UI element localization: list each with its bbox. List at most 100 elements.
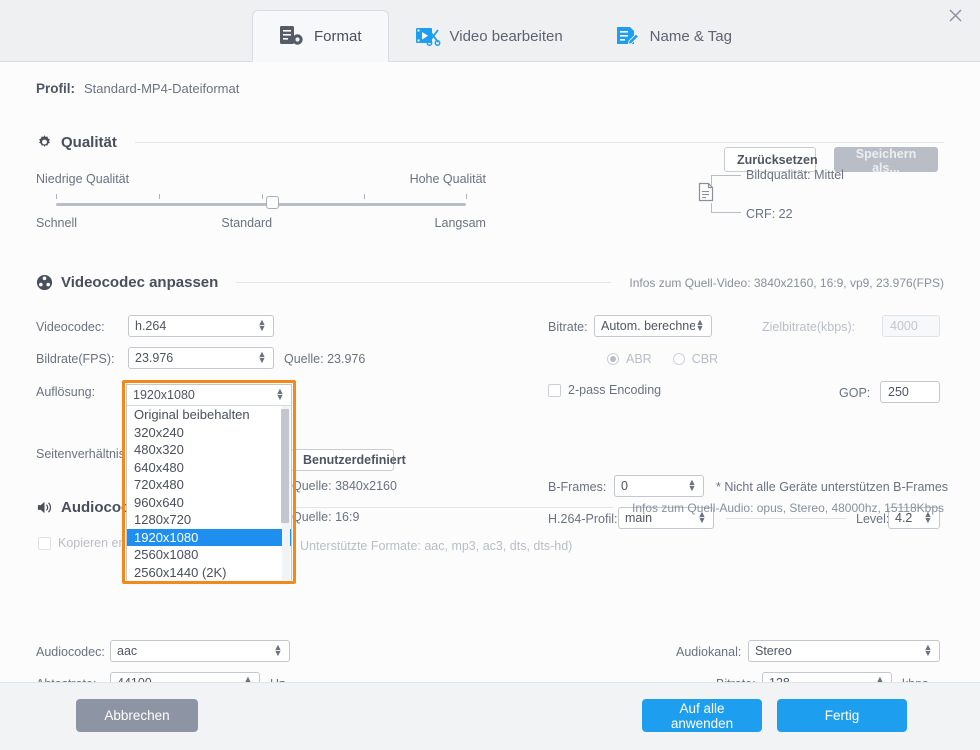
close-icon[interactable] (942, 2, 968, 28)
quality-slider[interactable]: Niedrige Qualität Hohe Qualität Schnell … (36, 172, 486, 230)
resolution-dropdown-selected: 1920x1080 (133, 388, 195, 402)
copy-audio-checkbox[interactable] (38, 536, 51, 550)
slider-tick (56, 194, 57, 199)
list-item[interactable]: 2560x1080 (127, 546, 291, 564)
slider-top-labels: Niedrige Qualität Hohe Qualität (36, 172, 486, 186)
chevron-updown-icon: ▲▼ (923, 642, 933, 658)
twopass-label: 2-pass Encoding (568, 383, 662, 397)
quality-section-header: Qualität (36, 134, 944, 151)
audiochannel-value: Stereo (755, 644, 792, 658)
quality-section-title: Qualität (61, 134, 117, 151)
chevron-updown-icon: ▲▼ (273, 642, 283, 658)
custom-resolution-button[interactable]: Benutzerdefiniert (290, 449, 406, 471)
video-section-header: Videocodec anpassen Infos zum Quell-Vide… (36, 274, 944, 291)
slider-fast-label: Schnell (36, 216, 77, 230)
gop-label: GOP: (839, 386, 871, 400)
list-item[interactable]: 320x240 (127, 424, 291, 442)
audiochannel-label: Audiokanal: (676, 645, 742, 659)
slider-slow-label: Langsam (434, 216, 486, 230)
list-item-selected[interactable]: 1920x1080 (127, 528, 291, 546)
fps-value: 23.976 (135, 351, 174, 365)
quality-section-rule (134, 142, 944, 143)
chevron-updown-icon: ▲▼ (257, 349, 267, 365)
image-quality-label: Bildqualität: Mittel (746, 168, 844, 182)
title-bar: Format Video bearbeiten Name & Tag (0, 0, 980, 62)
profile-label: Profil: (36, 81, 75, 96)
speaker-icon (36, 499, 53, 516)
video-section-rule (236, 282, 612, 283)
list-item[interactable]: 960x640 (127, 494, 291, 512)
resolution-dropdown-popup[interactable]: 1920x1080 ▲ ▼ Original beibehalten 320x24… (126, 384, 292, 580)
bracket-top (711, 175, 741, 185)
slider-tick (262, 194, 263, 199)
tab-video-bearbeiten[interactable]: Video bearbeiten (389, 10, 589, 62)
resolution-dropdown-list[interactable]: Original beibehalten 320x240 480x320 640… (127, 406, 291, 580)
gear-icon (36, 134, 53, 151)
tab-strip: Format Video bearbeiten Name & Tag (0, 10, 980, 62)
slider-tick (159, 194, 160, 199)
video-section-title: Videocodec anpassen (61, 274, 219, 291)
chevron-updown-icon: ▲▼ (695, 317, 705, 333)
fps-select[interactable]: 23.976 ▲ ▼ (128, 347, 274, 369)
slider-tick (364, 194, 365, 199)
tab-video-bearbeiten-label: Video bearbeiten (449, 27, 563, 45)
tab-name-tag[interactable]: Name & Tag (589, 10, 758, 62)
slider-tick (466, 194, 467, 199)
crf-label: CRF: 22 (746, 207, 793, 221)
bframes-label: B-Frames: (548, 480, 607, 494)
video-scissors-icon (415, 25, 441, 47)
resolution-dropdown-trigger[interactable]: 1920x1080 ▲ ▼ (127, 385, 291, 406)
list-item[interactable]: 1280x720 (127, 511, 291, 529)
gop-input[interactable]: 250 (880, 381, 940, 403)
abr-label: ABR (626, 352, 652, 366)
dropdown-scrollbar-track[interactable] (281, 406, 290, 580)
resolution-label: Auflösung: (36, 385, 96, 399)
audiochannel-select[interactable]: Stereo ▲ ▼ (748, 640, 940, 662)
dropdown-scrollbar-thumb[interactable] (281, 409, 289, 523)
chevron-updown-icon: ▲▼ (687, 477, 697, 493)
document-pencil-icon (615, 25, 641, 47)
abr-radio-group[interactable]: ABR CBR (607, 352, 718, 366)
cancel-button[interactable]: Abbrechen (76, 699, 198, 732)
twopass-checkbox[interactable] (548, 383, 561, 397)
aspect-label: Seitenverhältnis: (36, 447, 129, 461)
videocodec-select[interactable]: h.264 ▲ ▼ (128, 315, 274, 337)
quality-info: Bildqualität: Mittel CRF: 22 (698, 166, 938, 221)
target-bitrate-input[interactable]: 4000 (882, 315, 940, 337)
cbr-label: CBR (691, 352, 719, 366)
list-item[interactable]: 720x480 (127, 476, 291, 494)
done-button[interactable]: Fertig (777, 699, 907, 732)
dialog-content: Profil: Standard-MP4-Dateiformat Zurücks… (0, 62, 980, 694)
supported-formats-note: Unterstützte Formate: aac, mp3, ac3, dts… (300, 539, 573, 553)
target-bitrate-label: Zielbitrate(kbps): (762, 320, 856, 334)
bitrate-select[interactable]: Autom. berechnen ▲ ▼ (594, 315, 712, 337)
film-reel-icon (36, 274, 53, 291)
document-icon (698, 182, 714, 205)
slider-track-area[interactable] (36, 192, 486, 214)
bframes-select[interactable]: 0 ▲ ▼ (614, 475, 704, 497)
tab-format[interactable]: Format (252, 10, 389, 62)
video-source-info: Infos zum Quell-Video: 3840x2160, 16:9, … (629, 275, 944, 290)
abr-radio[interactable] (607, 353, 619, 365)
fps-source-note: Quelle: 23.976 (284, 352, 366, 366)
twopass-checkbox-row[interactable]: 2-pass Encoding (548, 383, 661, 397)
bframes-note: * Nicht alle Geräte unterstützen B-Frame… (716, 480, 949, 494)
slider-high-label: Hohe Qualität (409, 172, 486, 186)
audio-source-info: Infos zum Quell-Audio: opus, Stereo, 480… (632, 500, 944, 515)
slider-knob[interactable] (266, 196, 279, 209)
profile-level-divider (726, 518, 846, 519)
profile-value: Standard-MP4-Dateiformat (84, 81, 240, 96)
audiocodec-select[interactable]: aac ▲ ▼ (110, 640, 290, 662)
videocodec-label: Videocodec: (36, 320, 105, 334)
list-item[interactable]: Original beibehalten (127, 406, 291, 424)
cbr-radio[interactable] (672, 353, 685, 365)
tab-name-tag-label: Name & Tag (649, 27, 732, 45)
chevron-updown-icon: ▲▼ (275, 386, 285, 402)
slider-standard-label: Standard (221, 216, 273, 230)
list-item[interactable]: 640x480 (127, 459, 291, 477)
list-item[interactable]: 480x320 (127, 441, 291, 459)
apply-all-button[interactable]: Auf alle anwenden (642, 699, 762, 732)
resolution-source-note: Quelle: 3840x2160 (292, 479, 397, 493)
list-item[interactable]: 2560x1440 (2K) (127, 564, 291, 581)
profile-row: Profil: Standard-MP4-Dateiformat (36, 81, 239, 96)
